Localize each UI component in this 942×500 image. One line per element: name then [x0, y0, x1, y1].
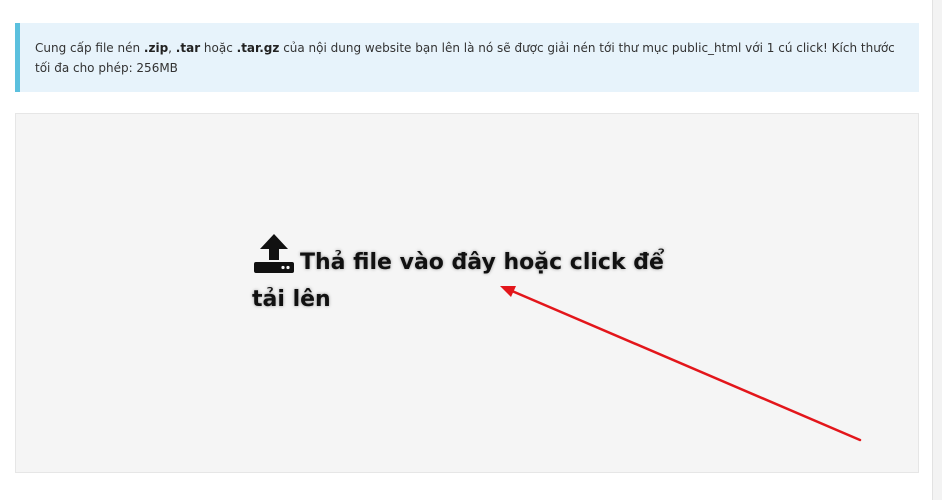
notice-text-1: Cung cấp file nén: [35, 41, 144, 55]
dropzone-message-text: Thả file vào đây hoặc click để tải lên: [252, 250, 664, 312]
dropzone-message[interactable]: Thả file vào đây hoặc click để tải lên: [252, 232, 692, 318]
scrollbar-track[interactable]: [932, 0, 942, 500]
file-dropzone[interactable]: Thả file vào đây hoặc click để tải lên: [15, 113, 919, 473]
ext-zip: .zip: [143, 41, 169, 55]
ext-tar: .tar: [175, 41, 201, 55]
ext-targz: .tar.gz: [236, 41, 280, 55]
upload-info-notice: Cung cấp file nén .zip, .tar hoặc .tar.g…: [15, 23, 919, 92]
notice-text-2: hoặc: [200, 41, 237, 55]
upload-icon: [252, 232, 296, 274]
notice-sep-1: ,: [168, 41, 176, 55]
